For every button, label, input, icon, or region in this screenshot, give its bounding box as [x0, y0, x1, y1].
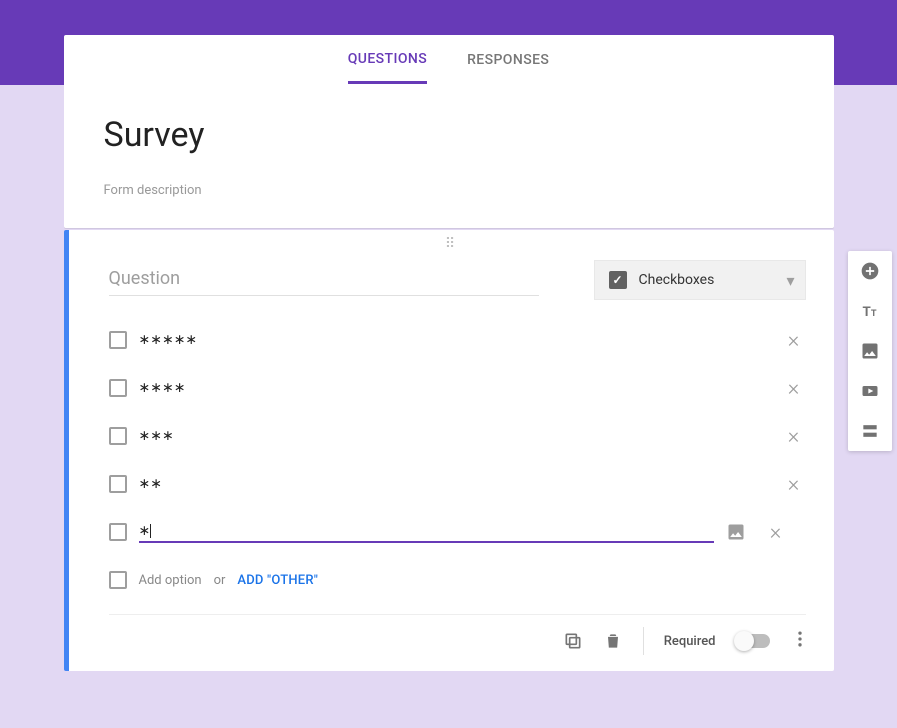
- add-video-button[interactable]: [860, 381, 880, 401]
- remove-option-button[interactable]: ×: [782, 424, 806, 449]
- checkbox-icon: [609, 271, 627, 289]
- or-label: or: [214, 573, 226, 588]
- add-title-button[interactable]: TT: [860, 301, 880, 321]
- tab-responses[interactable]: RESPONSES: [467, 38, 549, 82]
- form-description[interactable]: Form description: [104, 183, 794, 198]
- image-icon[interactable]: [726, 522, 746, 542]
- tabs-bar: QUESTIONS RESPONSES: [64, 35, 834, 85]
- add-section-button[interactable]: [860, 421, 880, 441]
- option-text[interactable]: ∗∗∗∗: [139, 378, 770, 398]
- option-text-input[interactable]: ∗: [139, 521, 714, 543]
- checkbox-outline-icon: [109, 523, 127, 541]
- svg-text:T: T: [862, 305, 870, 320]
- drag-handle-icon[interactable]: [69, 230, 834, 252]
- options-list: ∗∗∗∗∗ × ∗∗∗∗ × ∗∗∗ × ∗∗ × ∗: [69, 306, 834, 560]
- add-other-button[interactable]: ADD "OTHER": [237, 573, 318, 588]
- chevron-down-icon: ▾: [786, 271, 794, 290]
- question-type-label: Checkboxes: [639, 272, 775, 288]
- remove-option-button[interactable]: ×: [782, 376, 806, 401]
- option-row: ∗∗∗∗∗ ×: [109, 316, 806, 364]
- option-row: ∗∗∗ ×: [109, 412, 806, 460]
- checkbox-outline-icon: [109, 475, 127, 493]
- more-options-button[interactable]: [790, 629, 810, 653]
- checkbox-outline-icon: [109, 331, 127, 349]
- remove-option-button[interactable]: ×: [782, 328, 806, 353]
- svg-text:T: T: [870, 309, 876, 319]
- question-title-input[interactable]: Question: [109, 264, 539, 296]
- option-row: ∗ ×: [109, 508, 806, 556]
- required-label: Required: [664, 634, 716, 649]
- add-question-button[interactable]: [860, 261, 880, 281]
- question-card: Question Checkboxes ▾ ∗∗∗∗∗ × ∗∗∗∗ × ∗∗∗: [64, 230, 834, 671]
- option-text[interactable]: ∗∗∗∗∗: [139, 330, 770, 350]
- tab-questions[interactable]: QUESTIONS: [348, 37, 427, 84]
- option-text[interactable]: ∗∗: [139, 474, 770, 494]
- duplicate-button[interactable]: [563, 631, 583, 651]
- option-row: ∗∗∗∗ ×: [109, 364, 806, 412]
- add-option-button[interactable]: Add option: [139, 573, 202, 588]
- checkbox-outline-icon: [109, 427, 127, 445]
- checkbox-outline-icon: [109, 571, 127, 589]
- remove-option-button[interactable]: ×: [782, 472, 806, 497]
- form-title[interactable]: Survey: [104, 115, 794, 155]
- option-text[interactable]: ∗∗∗: [139, 426, 770, 446]
- question-type-dropdown[interactable]: Checkboxes ▾: [594, 260, 806, 300]
- add-image-button[interactable]: [860, 341, 880, 361]
- option-row: ∗∗ ×: [109, 460, 806, 508]
- delete-button[interactable]: [603, 631, 623, 651]
- remove-option-button[interactable]: ×: [764, 520, 788, 545]
- divider: [643, 627, 644, 655]
- required-toggle[interactable]: [736, 634, 770, 648]
- checkbox-outline-icon: [109, 379, 127, 397]
- side-toolbar: TT: [848, 251, 892, 451]
